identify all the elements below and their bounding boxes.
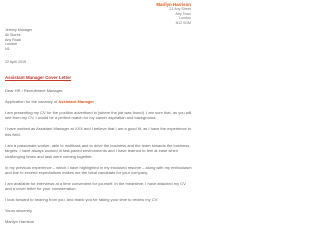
body-paragraph: In my previous experience – which I have…: [5, 164, 192, 176]
sender-postcode: N12 0OM: [175, 20, 191, 25]
body-paragraph: I am available for interviews at a time …: [5, 181, 186, 192]
signature: Marilyn Harrison: [5, 219, 35, 225]
letter-body: Dear HR / Recruitment Manager, Applicati…: [5, 88, 193, 230]
application-role: Assistant Manager: [58, 99, 94, 104]
body-paragraph: I am a passionate worker, able to multit…: [5, 142, 190, 159]
body-paragraph: I have worked as Assistant Manager at XX…: [5, 126, 191, 137]
cover-letter-page: Marilyn Harrison 21 Any Street Any Town …: [0, 0, 200, 251]
application-line: Application for the vacancy of Assistant…: [5, 99, 193, 104]
application-prefix: Application for the vacancy of: [5, 99, 58, 104]
letter-date: 22 April 2019: [5, 60, 26, 64]
body-paragraph: I am presenting my CV for the position a…: [5, 110, 192, 121]
closing: Yours sincerely: [5, 208, 32, 214]
recipient-address: Jeremy Manager All Stores Any Road Londo…: [5, 28, 32, 52]
body-paragraph: I look forward to hearing from you, and …: [5, 197, 159, 203]
letter-title: Assistant Manager Cover Letter: [5, 75, 72, 80]
recipient-postcode: N1: [5, 47, 10, 52]
sender-address: Marilyn Harrison 21 Any Street Any Town …: [156, 2, 191, 25]
greeting: Dear HR / Recruitment Manager,: [5, 88, 64, 93]
